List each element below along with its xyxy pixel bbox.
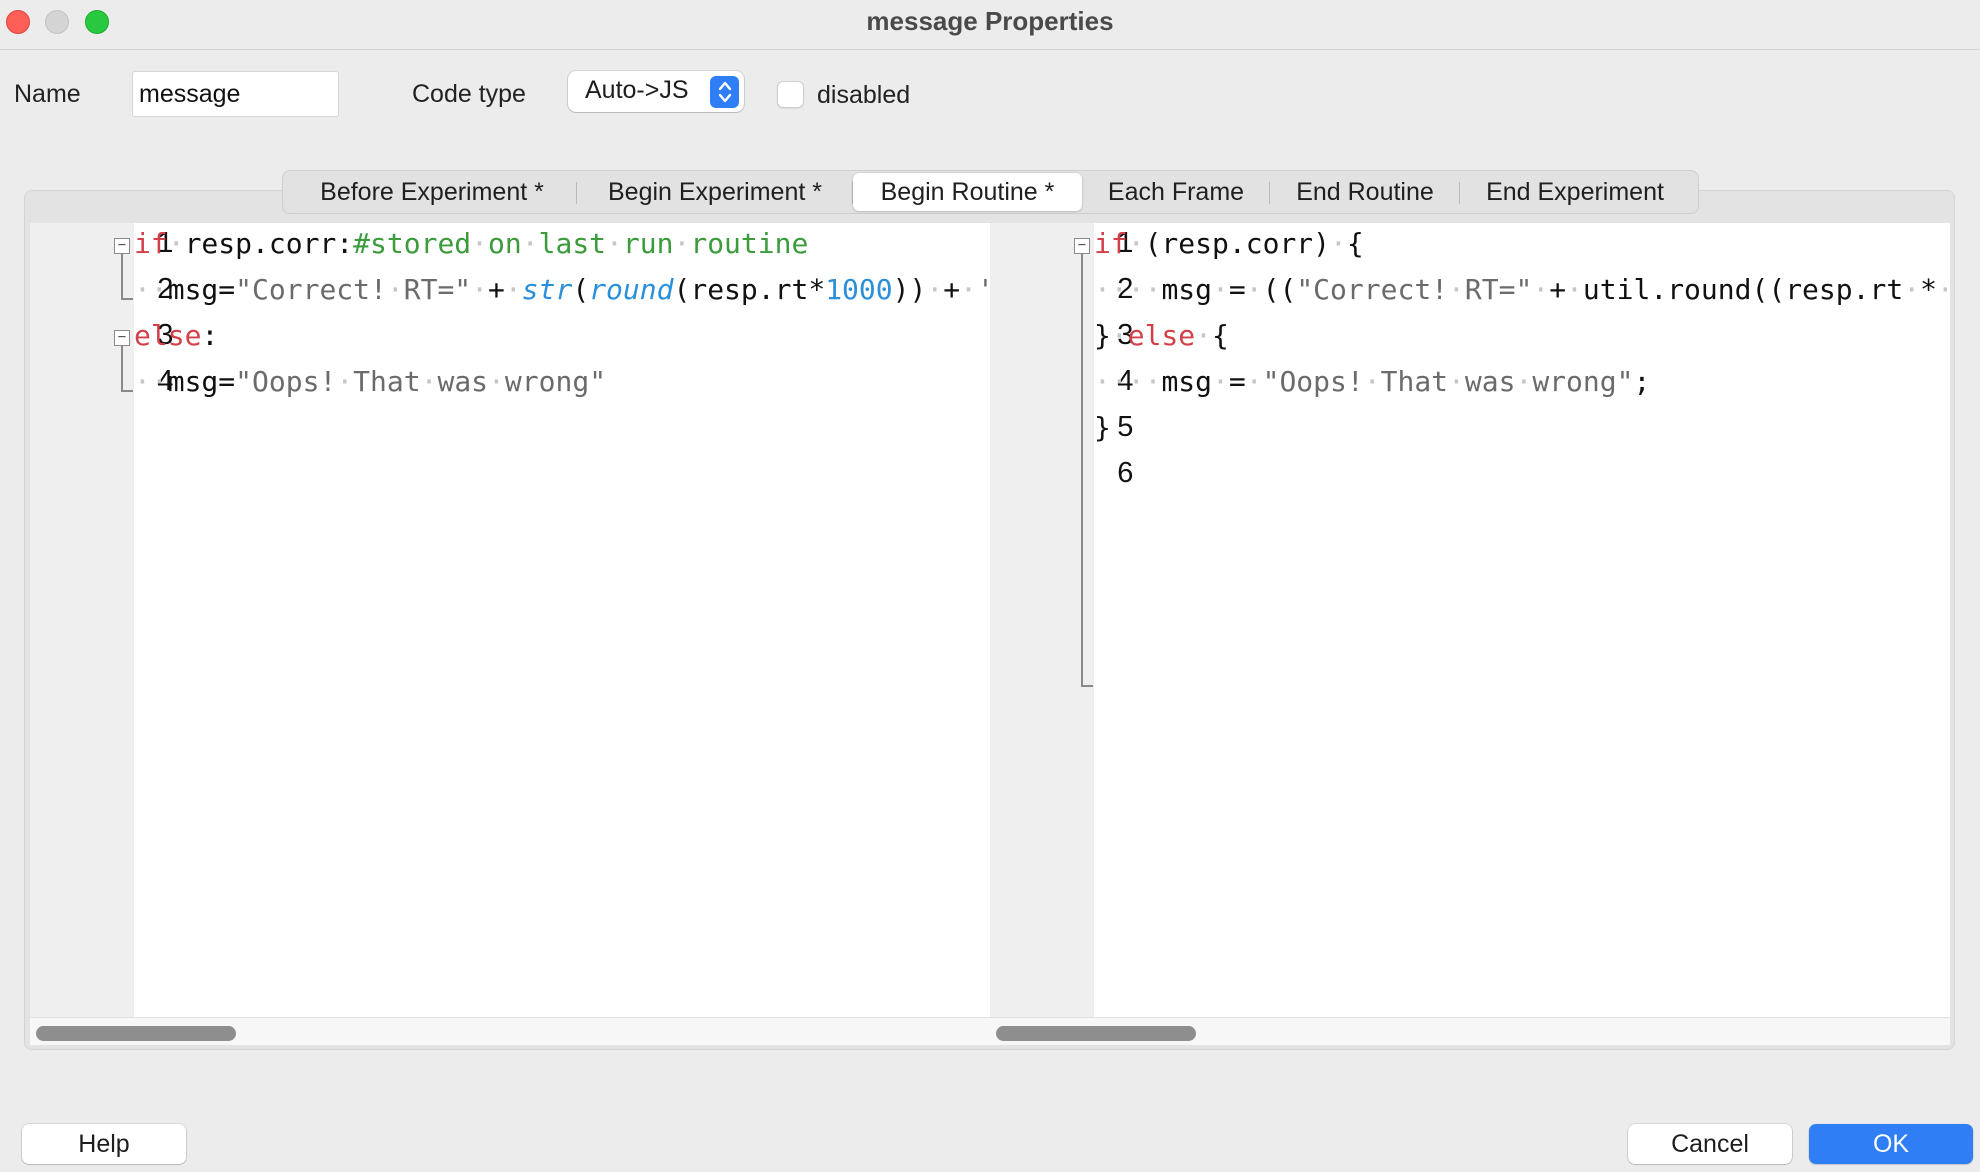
tab-begin-routine[interactable]: Begin Routine *: [853, 173, 1082, 211]
tab-each-frame[interactable]: Each Frame: [1082, 173, 1270, 211]
code-line: 4 ··msg="Oops!·That·was·wrong": [30, 361, 990, 407]
code-text: ····msg·=·(("Correct!·RT="·+·util.round(…: [1094, 273, 1950, 306]
name-label: Name: [14, 80, 81, 108]
fold-collapse-icon[interactable]: −: [114, 330, 130, 346]
code-line: 3 − else:: [30, 315, 990, 361]
tab-begin-experiment[interactable]: Begin Experiment *: [577, 173, 853, 211]
tab-end-routine[interactable]: End Routine: [1270, 173, 1460, 211]
code-type-label: Code type: [412, 80, 526, 108]
name-input[interactable]: [132, 71, 339, 117]
select-updown-icon: [710, 76, 739, 108]
ok-button[interactable]: OK: [1809, 1124, 1973, 1164]
tab-bar: Before Experiment * Begin Experiment * B…: [282, 170, 1699, 214]
js-code-editor[interactable]: 1 − if·(resp.corr)·{ 2 ····msg·=·(("Corr…: [990, 223, 1950, 1017]
cancel-button[interactable]: Cancel: [1628, 1124, 1792, 1164]
python-horizontal-scrollbar[interactable]: [30, 1017, 990, 1045]
code-type-value: Auto->JS: [585, 76, 689, 104]
code-line: 1 − if·(resp.corr)·{: [990, 223, 1950, 269]
tab-before-experiment[interactable]: Before Experiment *: [287, 173, 577, 211]
scrollbar-thumb[interactable]: [996, 1026, 1196, 1041]
window-title: message Properties: [866, 6, 1114, 36]
tab-end-experiment[interactable]: End Experiment: [1460, 173, 1690, 211]
code-text: ··msg="Correct!·RT="·+·str(round(resp.rt…: [134, 273, 990, 306]
code-line: 2 ··msg="Correct!·RT="·+·str(round(resp.…: [30, 269, 990, 315]
code-text: if·resp.corr:#stored·on·last·run·routine: [134, 227, 809, 260]
title-bar: message Properties: [0, 0, 1980, 50]
code-text: else:: [134, 319, 219, 352]
help-button[interactable]: Help: [22, 1124, 186, 1164]
scrollbar-thumb[interactable]: [36, 1026, 236, 1041]
disabled-label: disabled: [817, 81, 911, 109]
code-text: ····msg·=·"Oops!·That·was·wrong";: [1094, 365, 1651, 398]
python-code-editor[interactable]: 1 − if·resp.corr:#stored·on·last·run·rou…: [30, 223, 990, 1017]
code-line: 2 ····msg·=·(("Correct!·RT="·+·util.roun…: [990, 269, 1950, 315]
code-text: }·else·{: [1094, 319, 1229, 352]
code-type-select[interactable]: Auto->JS: [568, 71, 744, 112]
code-line: 3 }·else·{: [990, 315, 1950, 361]
code-line: 1 − if·resp.corr:#stored·on·last·run·rou…: [30, 223, 990, 269]
code-line: 6: [990, 453, 1950, 499]
code-text: if·(resp.corr)·{: [1094, 227, 1364, 260]
code-line: 4 ····msg·=·"Oops!·That·was·wrong";: [990, 361, 1950, 407]
line-number: 6: [1117, 457, 1134, 489]
fold-collapse-icon[interactable]: −: [114, 238, 130, 254]
fold-end: [1081, 685, 1093, 687]
disabled-checkbox[interactable]: [777, 81, 804, 108]
code-text: ··msg="Oops!·That·was·wrong": [134, 365, 607, 398]
code-text: }: [1094, 411, 1111, 444]
js-horizontal-scrollbar[interactable]: [990, 1017, 1950, 1045]
fold-collapse-icon[interactable]: −: [1074, 238, 1090, 254]
code-line: 5 }: [990, 407, 1950, 453]
